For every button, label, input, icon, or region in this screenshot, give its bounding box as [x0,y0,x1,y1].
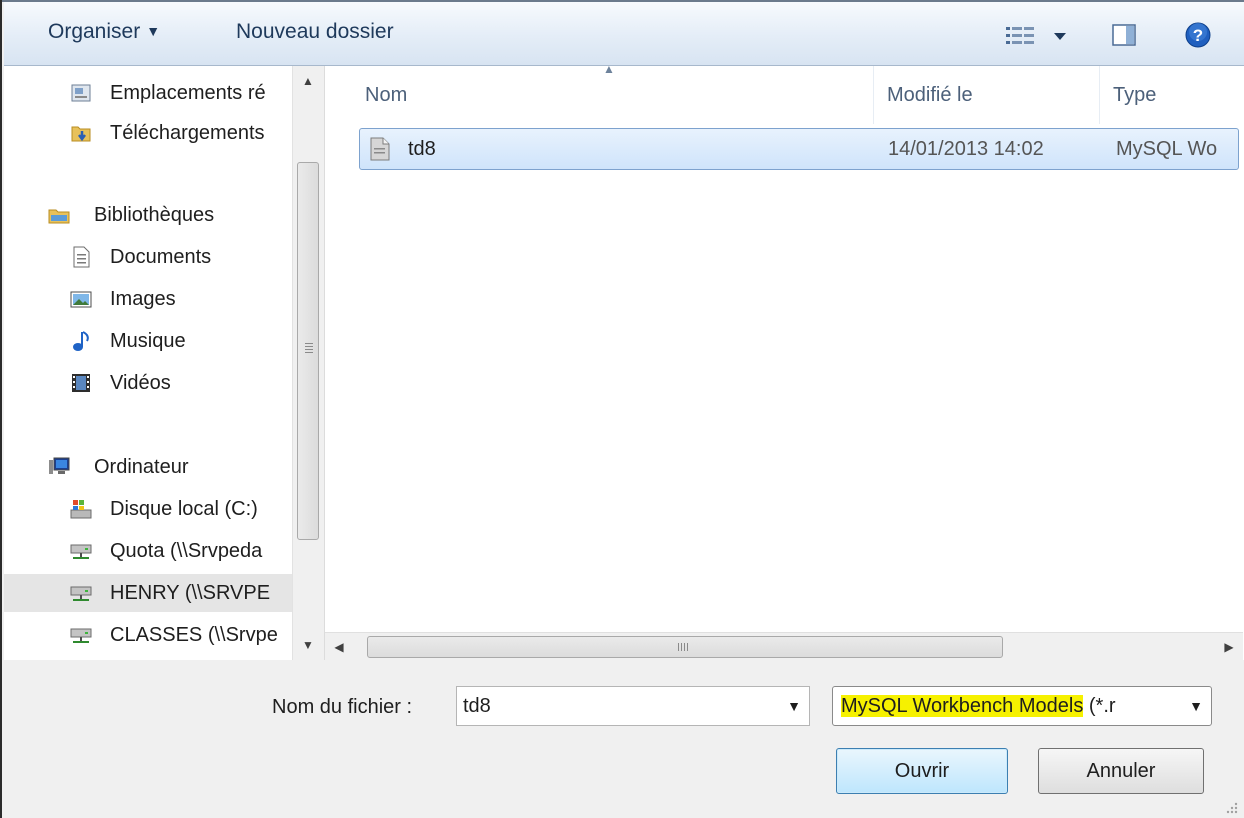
help-button[interactable]: ? [1184,21,1212,49]
nav-item-label: HENRY (\\SRVPE [110,582,271,604]
nav-item-documents[interactable]: Documents [4,238,292,276]
open-button[interactable]: Ouvrir [836,748,1008,794]
scroll-up-arrow-icon[interactable]: ▲ [293,68,322,94]
file-open-dialog: Organiser ▼ Nouveau dossier ? Emplacemen… [0,0,1244,818]
column-header-modified[interactable]: Modifié le [887,66,973,124]
nav-item-label: Disque local (C:) [110,498,258,520]
resize-grip-icon[interactable] [1224,800,1238,814]
chevron-down-icon [1054,33,1066,40]
preview-pane-button[interactable] [1112,23,1136,47]
chevron-down-icon: ▼ [146,23,161,39]
videos-icon [72,374,90,392]
nav-item-videos[interactable]: Vidéos [4,364,292,402]
column-header-name[interactable]: Nom [365,66,407,124]
column-header-type[interactable]: Type [1113,66,1156,124]
nav-item-label: Téléchargements [110,122,265,144]
nav-item-local-disk[interactable]: Disque local (C:) [4,490,292,528]
scroll-left-arrow-icon[interactable]: ◀ [327,633,351,660]
sort-ascending-icon: ▲ [603,66,615,76]
nav-item-recent-places[interactable]: Emplacements ré [4,74,292,112]
computer-icon [49,457,70,474]
downloads-folder-icon [71,126,91,142]
libraries-icon [48,209,70,224]
network-drive-icon [70,628,92,643]
filename-combobox[interactable]: td8 ▼ [456,686,810,726]
column-divider[interactable] [1099,66,1100,124]
nav-item-label: Vidéos [110,372,171,394]
nav-item-downloads[interactable]: Téléchargements [4,114,292,152]
file-type-filter-value: MySQL Workbench Models (*.r [841,687,1116,725]
scroll-down-arrow-icon[interactable]: ▼ [293,632,322,658]
nav-item-label: Quota (\\Srvpeda [110,540,263,562]
documents-icon [73,246,90,268]
grip-icon [678,643,690,651]
svg-text:?: ? [1193,26,1203,45]
column-divider[interactable] [873,66,874,124]
organise-label: Organiser [48,20,141,43]
nav-item-label: Documents [110,246,212,268]
file-type-filter-select[interactable]: MySQL Workbench Models (*.r ▼ [832,686,1212,726]
preview-pane-icon [1112,24,1136,46]
file-icon [370,137,390,161]
grip-icon [305,343,313,355]
file-row[interactable]: td8 14/01/2013 14:02 MySQL Wo [359,128,1239,170]
nav-item-label: Ordinateur [94,456,189,478]
music-icon [73,331,89,351]
nav-item-quota-drive[interactable]: Quota (\\Srvpeda [4,532,292,570]
nav-item-images[interactable]: Images [4,280,292,318]
nav-vertical-scrollbar[interactable]: ▲ ▼ [292,66,322,660]
file-modified: 14/01/2013 14:02 [888,138,1044,160]
filename-input[interactable]: td8 [463,687,491,725]
new-folder-button[interactable]: Nouveau dossier [236,20,394,44]
file-type: MySQL Wo [1116,138,1218,160]
nav-item-libraries[interactable]: Bibliothèques [4,196,292,234]
chevron-down-icon[interactable]: ▼ [1185,687,1203,725]
highlighted-filter-text: MySQL Workbench Models [841,695,1084,717]
cancel-button[interactable]: Annuler [1038,748,1204,794]
file-list-horizontal-scrollbar[interactable]: ◀ ▶ [325,632,1243,660]
organise-menu-button[interactable]: Organiser ▼ [48,20,160,44]
nav-item-music[interactable]: Musique [4,322,292,360]
nav-scroll-thumb[interactable] [297,162,319,540]
file-name: td8 [408,138,436,160]
network-drive-icon [70,586,92,601]
filter-extension-text: (*.r [1083,695,1116,717]
nav-item-computer[interactable]: Ordinateur [4,448,292,486]
change-view-button[interactable] [1004,22,1074,50]
nav-item-label: Musique [110,330,186,352]
dialog-footer: Nom du fichier : td8 ▼ MySQL Workbench M… [4,660,1244,818]
scroll-right-arrow-icon[interactable]: ▶ [1217,633,1241,660]
command-bar: Organiser ▼ Nouveau dossier ? [4,2,1244,66]
nav-item-classes-drive[interactable]: CLASSES (\\Srvpe [4,616,292,654]
nav-item-label: Emplacements ré [110,82,266,104]
nav-item-henry-drive[interactable]: HENRY (\\SRVPE [4,574,292,612]
file-list-pane: Nom ▲ Modifié le Type td8 14/01/2013 14:… [324,66,1244,660]
local-disk-icon [70,500,92,519]
help-icon: ? [1185,22,1211,48]
horizontal-scroll-thumb[interactable] [367,636,1003,658]
chevron-down-icon[interactable]: ▼ [787,687,801,725]
navigation-pane: Emplacements ré Téléchargements Biblioth… [4,66,322,660]
filename-label: Nom du fichier : [272,696,413,718]
recent-places-icon [71,84,91,102]
network-drive-icon [70,544,92,559]
nav-item-label: CLASSES (\\Srvpe [110,624,278,646]
nav-item-label: Images [110,288,176,310]
images-icon [70,291,92,308]
view-list-icon [1006,27,1034,44]
nav-item-label: Bibliothèques [94,204,215,226]
